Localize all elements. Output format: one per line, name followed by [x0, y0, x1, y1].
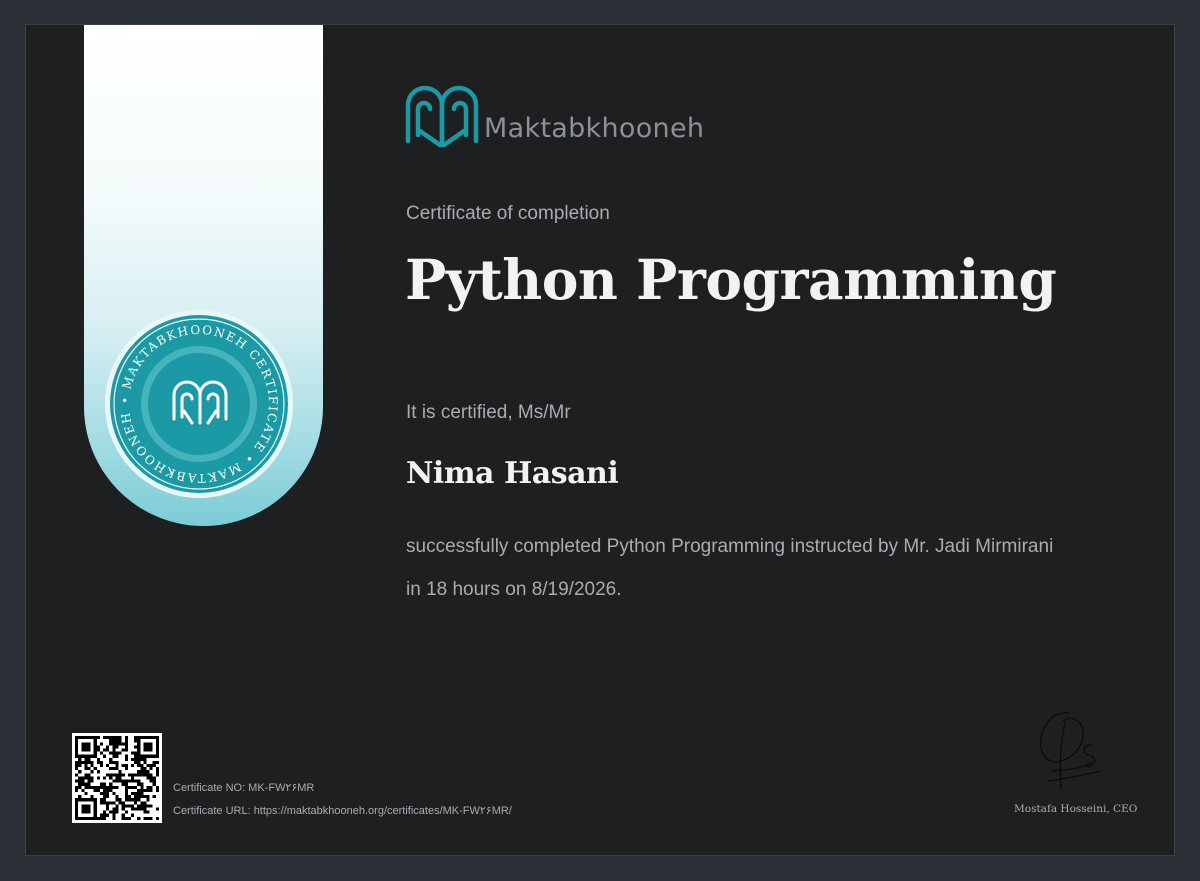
- brand-name: Maktabkhooneh: [484, 113, 705, 144]
- certificate-number: Certificate NO: MK-FW۲۶MR: [173, 782, 315, 794]
- certified-label: It is certified, Ms/Mr: [406, 402, 571, 423]
- course-title: Python Programming: [405, 247, 1057, 312]
- certificate-card: • MAKTABKHOONEH CERTIFICATE • MAKTABKHOO…: [25, 24, 1175, 856]
- brand-logo: Maktabkhooneh: [404, 83, 704, 149]
- page: • MAKTABKHOONEH CERTIFICATE • MAKTABKHOO…: [0, 0, 1200, 881]
- open-book-arch-logo-icon: [405, 85, 479, 148]
- qr-code-icon: [72, 733, 162, 823]
- certificate-seal: • MAKTABKHOONEH CERTIFICATE • MAKTABKHOO…: [104, 309, 293, 498]
- handwritten-signature-icon: [1040, 712, 1102, 790]
- completion-description: successfully completed Python Programmin…: [406, 536, 1054, 600]
- recipient-name: Nima Hasani: [406, 456, 619, 491]
- signer-name: Mostafa Hosseini, CEO: [1014, 803, 1138, 815]
- certificate-url[interactable]: Certificate URL: https://maktabkhooneh.o…: [173, 804, 512, 817]
- certificate-subtitle: Certificate of completion: [406, 203, 610, 224]
